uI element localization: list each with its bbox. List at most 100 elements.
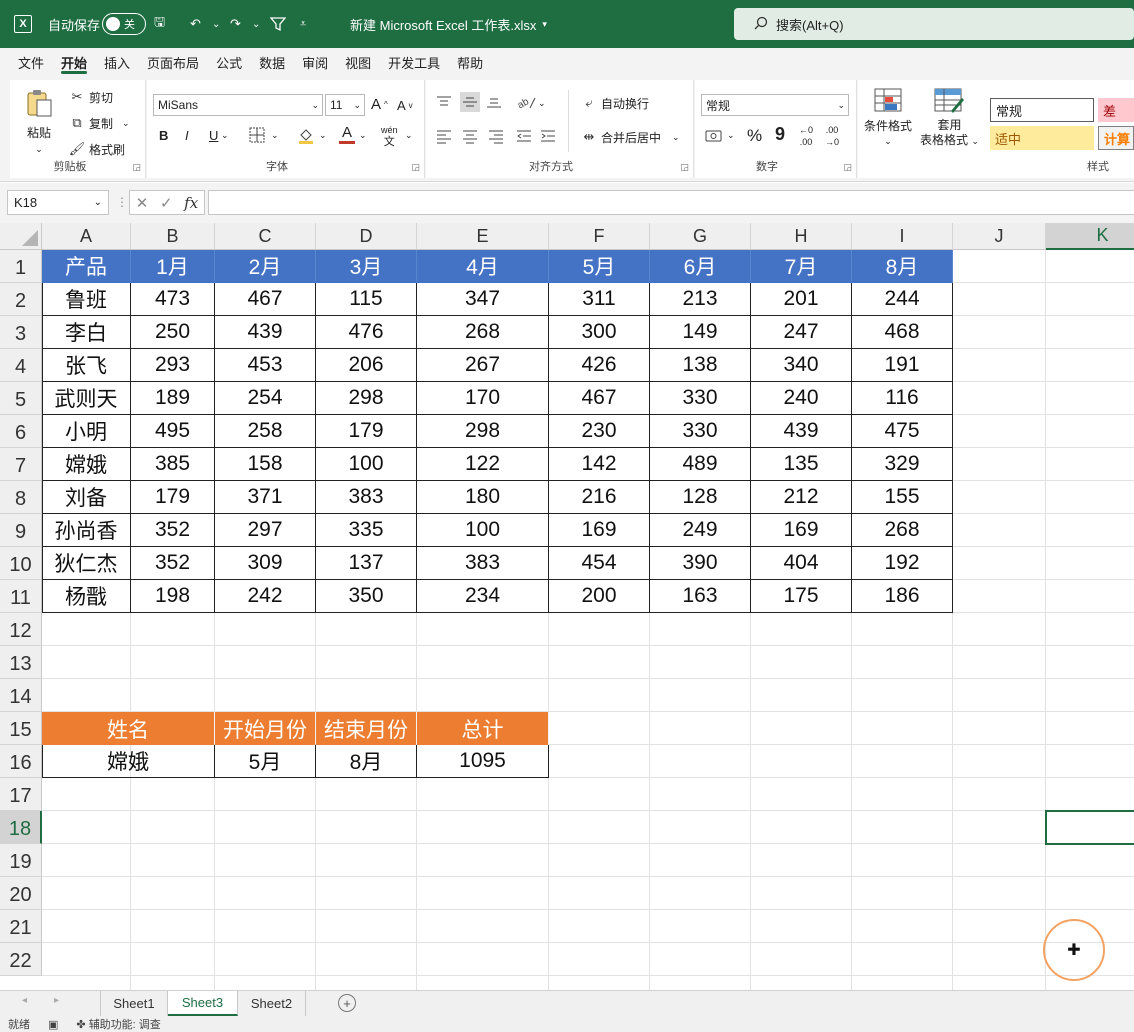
sheet-tab-sheet3[interactable]: Sheet3 xyxy=(168,991,238,1016)
table-cell[interactable]: 鲁班 xyxy=(42,283,131,316)
chevron-down-icon[interactable]: ⌄ xyxy=(221,130,229,141)
table-cell[interactable]: 115 xyxy=(316,283,417,316)
table-cell[interactable]: 135 xyxy=(751,448,852,481)
sheet-tab-sheet1[interactable]: Sheet1 xyxy=(100,991,168,1016)
table-header-cell[interactable]: 2月 xyxy=(215,250,316,283)
table-cell[interactable]: 309 xyxy=(215,547,316,580)
table-header-cell[interactable]: 4月 xyxy=(417,250,549,283)
row-header-15[interactable]: 15 xyxy=(0,712,42,745)
selected-cell[interactable] xyxy=(1045,810,1134,845)
tab-home[interactable]: 开始 xyxy=(61,48,88,76)
table-cell[interactable]: 179 xyxy=(316,415,417,448)
table-cell[interactable]: 244 xyxy=(852,283,953,316)
tab-developer[interactable]: 开发工具 xyxy=(388,48,440,76)
table-cell[interactable]: 247 xyxy=(751,316,852,349)
name-box[interactable]: K18 ⌄ xyxy=(7,190,109,215)
row-header-12[interactable]: 12 xyxy=(0,613,42,646)
increase-indent-icon[interactable] xyxy=(540,128,556,144)
tab-file[interactable]: 文件 xyxy=(18,48,44,76)
summary-cell[interactable]: 5月 xyxy=(215,745,316,778)
chevron-down-icon[interactable]: ⌄ xyxy=(405,130,413,141)
font-launcher-icon[interactable]: ◲ xyxy=(411,162,420,173)
tab-review[interactable]: 审阅 xyxy=(302,48,328,76)
table-cell[interactable]: 234 xyxy=(417,580,549,613)
wrap-text-button[interactable]: ⤶ 自动换行 xyxy=(580,94,649,112)
accounting-format-icon[interactable] xyxy=(705,128,723,144)
table-cell[interactable]: 383 xyxy=(316,481,417,514)
row-header-1[interactable]: 1 xyxy=(0,250,42,283)
alignment-launcher-icon[interactable]: ◲ xyxy=(680,162,689,173)
table-cell[interactable]: 297 xyxy=(215,514,316,547)
table-cell[interactable]: 170 xyxy=(417,382,549,415)
align-bottom-icon[interactable] xyxy=(486,94,502,110)
row-header-2[interactable]: 2 xyxy=(0,283,42,316)
conditional-format-button[interactable]: 条件格式 ⌄ xyxy=(864,88,912,147)
row-header-20[interactable]: 20 xyxy=(0,877,42,910)
decrease-decimal-icon[interactable]: .00 →0 xyxy=(825,126,839,147)
filter-icon[interactable] xyxy=(270,0,286,48)
table-cell[interactable]: 刘备 xyxy=(42,481,131,514)
autosave-toggle[interactable]: 关 xyxy=(102,0,146,48)
tab-view[interactable]: 视图 xyxy=(345,48,371,76)
tab-page-layout[interactable]: 页面布局 xyxy=(147,48,199,76)
tab-formulas[interactable]: 公式 xyxy=(216,48,242,76)
table-cell[interactable]: 383 xyxy=(417,547,549,580)
italic-button[interactable]: I xyxy=(185,128,189,143)
summary-cell[interactable]: 1095 xyxy=(417,745,549,778)
accessibility-status[interactable]: ✤ 辅助功能: 调查 xyxy=(76,1016,160,1032)
table-header-cell[interactable]: 7月 xyxy=(751,250,852,283)
style-normal[interactable]: 常规 xyxy=(990,98,1094,122)
table-cell[interactable]: 100 xyxy=(316,448,417,481)
align-middle-icon[interactable] xyxy=(460,92,480,112)
row-header-5[interactable]: 5 xyxy=(0,382,42,415)
merge-center-button[interactable]: ⇹ 合并后居中 ⌄ xyxy=(580,128,680,146)
table-cell[interactable]: 216 xyxy=(549,481,650,514)
table-cell[interactable]: 189 xyxy=(131,382,215,415)
table-cell[interactable]: 242 xyxy=(215,580,316,613)
undo-icon[interactable]: ↶ xyxy=(190,0,201,48)
column-header-f[interactable]: F xyxy=(549,223,650,250)
cancel-icon[interactable]: ✕ xyxy=(136,194,149,212)
column-header-a[interactable]: A xyxy=(42,223,131,250)
row-header-7[interactable]: 7 xyxy=(0,448,42,481)
number-launcher-icon[interactable]: ◲ xyxy=(843,162,852,173)
phonetic-icon[interactable]: wén 文 xyxy=(381,126,398,148)
table-cell[interactable]: 100 xyxy=(417,514,549,547)
borders-icon[interactable] xyxy=(249,127,265,143)
row-header-17[interactable]: 17 xyxy=(0,778,42,811)
table-cell[interactable]: 495 xyxy=(131,415,215,448)
table-cell[interactable]: 孙尚香 xyxy=(42,514,131,547)
table-header-cell[interactable]: 3月 xyxy=(316,250,417,283)
scroll-right-icon[interactable]: ▸ xyxy=(54,995,59,1006)
table-cell[interactable]: 258 xyxy=(215,415,316,448)
summary-header-cell[interactable]: 姓名 xyxy=(42,712,215,745)
row-header-19[interactable]: 19 xyxy=(0,844,42,877)
table-header-cell[interactable]: 产品 xyxy=(42,250,131,283)
tab-insert[interactable]: 插入 xyxy=(104,48,130,76)
table-cell[interactable]: 137 xyxy=(316,547,417,580)
style-calculation[interactable]: 计算 xyxy=(1098,126,1134,150)
table-cell[interactable]: 213 xyxy=(650,283,751,316)
table-cell[interactable]: 489 xyxy=(650,448,751,481)
chevron-down-icon[interactable]: ⌄ xyxy=(538,98,546,109)
table-cell[interactable]: 169 xyxy=(549,514,650,547)
table-cell[interactable]: 240 xyxy=(751,382,852,415)
undo-dropdown-icon[interactable]: ⌄ xyxy=(212,0,220,48)
insert-function-icon[interactable]: fx xyxy=(184,194,198,212)
table-cell[interactable]: 武则天 xyxy=(42,382,131,415)
align-top-icon[interactable] xyxy=(436,94,452,110)
table-cell[interactable]: 175 xyxy=(751,580,852,613)
row-header-13[interactable]: 13 xyxy=(0,646,42,679)
add-sheet-icon[interactable]: + xyxy=(338,994,356,1012)
summary-header-cell[interactable]: 开始月份 xyxy=(215,712,316,745)
formula-input[interactable] xyxy=(208,190,1134,215)
table-cell[interactable]: 311 xyxy=(549,283,650,316)
fill-color-icon[interactable] xyxy=(297,126,315,144)
table-cell[interactable]: 350 xyxy=(316,580,417,613)
column-header-h[interactable]: H xyxy=(751,223,852,250)
align-left-icon[interactable] xyxy=(436,128,452,144)
summary-header-cell[interactable]: 结束月份 xyxy=(316,712,417,745)
summary-cell[interactable]: 8月 xyxy=(316,745,417,778)
table-cell[interactable]: 385 xyxy=(131,448,215,481)
table-cell[interactable]: 249 xyxy=(650,514,751,547)
